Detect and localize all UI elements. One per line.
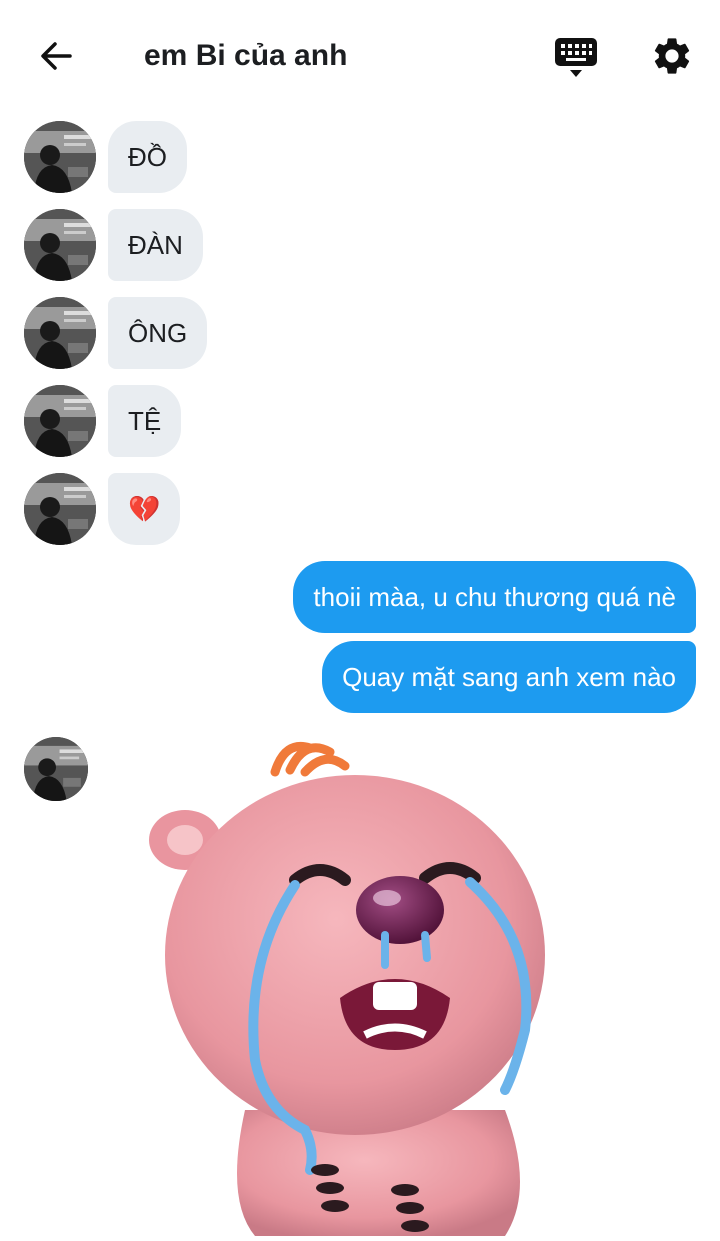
chat-header: em Bi của anh [0,0,720,112]
message-text: ĐỒ [128,141,167,172]
avatar[interactable] [24,121,96,193]
crying-beaver-sticker [149,742,545,1236]
avatar[interactable] [24,209,96,281]
chat-title[interactable]: em Bi của anh [144,36,347,76]
avatar[interactable] [24,385,96,457]
avatar[interactable] [24,297,96,369]
keyboard-icon [555,38,597,77]
incoming-message[interactable]: ĐÀN [108,209,203,281]
incoming-message[interactable]: ÔNG [108,297,208,369]
message-text: Quay mặt sang anh xem nào [342,661,676,692]
avatar[interactable] [24,473,96,545]
incoming-message[interactable]: TỆ [108,385,182,457]
avatar[interactable] [24,737,88,801]
arrow-left-icon [41,42,72,70]
message-text: 💔 [128,493,161,524]
back-button[interactable] [30,33,82,79]
gear-icon [654,38,690,74]
message-text: TỆ [128,405,162,436]
message-text: thoii màa, u chu thương quá nè [313,581,676,612]
message-text: ĐÀN [128,229,183,260]
sticker-message[interactable] [105,730,605,1236]
incoming-message[interactable]: ĐỒ [108,121,187,193]
outgoing-message[interactable]: Quay mặt sang anh xem nào [322,641,696,713]
settings-button[interactable] [650,34,694,78]
message-text: ÔNG [128,317,188,348]
incoming-message[interactable]: 💔 [108,473,181,545]
keyboard-button[interactable] [553,36,599,80]
outgoing-message[interactable]: thoii màa, u chu thương quá nè [293,561,696,633]
